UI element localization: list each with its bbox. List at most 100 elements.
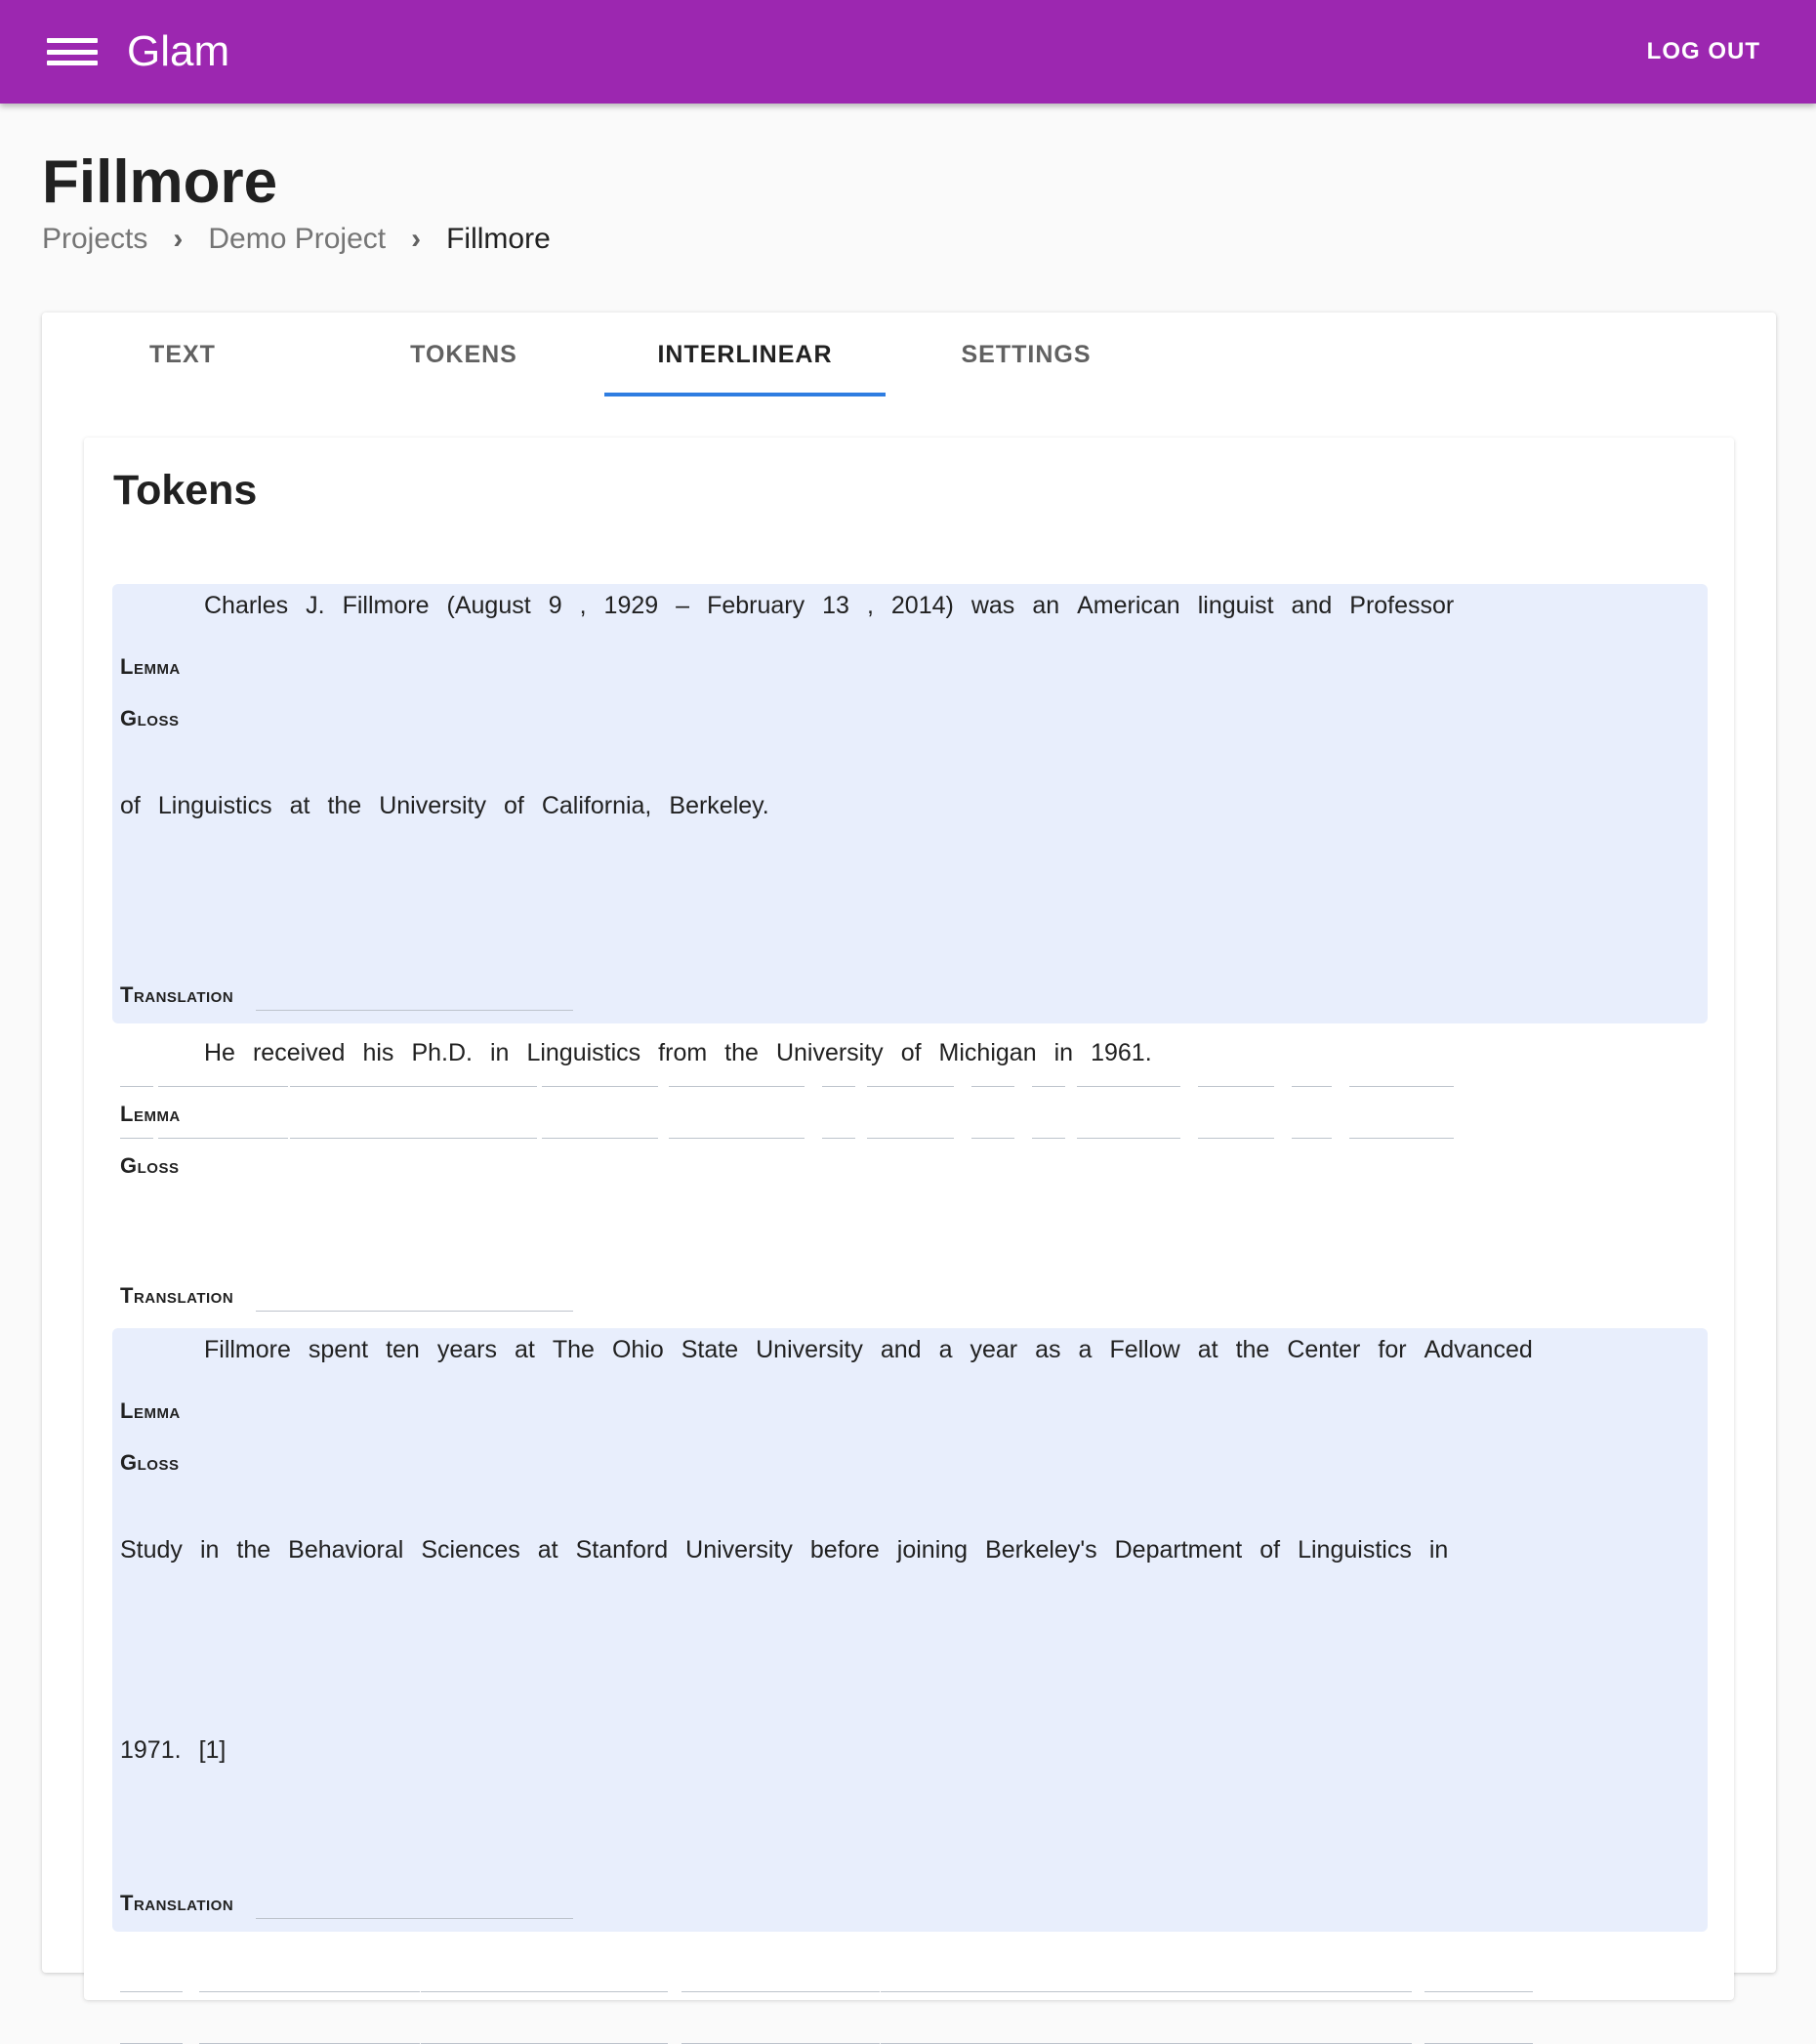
lemma-field[interactable] <box>421 1991 520 1992</box>
lemma-field[interactable] <box>120 1991 182 1992</box>
token[interactable]: The <box>553 1336 595 1364</box>
token[interactable]: years <box>437 1336 497 1364</box>
token[interactable]: joining <box>897 1536 968 1564</box>
token[interactable]: of <box>901 1039 922 1067</box>
token[interactable]: before <box>810 1536 880 1564</box>
token[interactable]: California, <box>542 792 652 820</box>
token[interactable]: was <box>971 592 1014 620</box>
token[interactable]: of <box>120 792 141 820</box>
lemma-field[interactable] <box>288 1991 404 1992</box>
translation-field[interactable] <box>256 1010 573 1011</box>
token[interactable]: a <box>939 1336 953 1364</box>
lemma-field[interactable] <box>1298 1991 1412 1992</box>
token[interactable]: and <box>1292 592 1333 620</box>
token[interactable]: Fellow <box>1109 1336 1179 1364</box>
lemma-field[interactable] <box>1428 1991 1463 1992</box>
token[interactable]: Fillmore <box>204 1336 291 1364</box>
token[interactable]: Berkeley's <box>985 1536 1097 1564</box>
token[interactable]: University <box>776 1039 884 1067</box>
token[interactable]: of <box>504 792 524 820</box>
token[interactable]: Stanford <box>576 1536 669 1564</box>
token[interactable]: in <box>1429 1536 1448 1564</box>
token[interactable]: Behavioral <box>288 1536 403 1564</box>
token[interactable]: Michigan <box>939 1039 1037 1067</box>
token[interactable]: at <box>290 792 310 820</box>
tab-tokens[interactable]: TOKENS <box>323 313 604 396</box>
token[interactable]: for <box>1378 1336 1406 1364</box>
token[interactable]: a <box>1079 1336 1093 1364</box>
token[interactable]: the <box>724 1039 759 1067</box>
token[interactable]: in <box>1054 1039 1073 1067</box>
token[interactable]: at <box>515 1336 535 1364</box>
token[interactable]: spent <box>309 1336 368 1364</box>
token[interactable]: Ph.D. <box>411 1039 473 1067</box>
token[interactable]: He <box>204 1039 235 1067</box>
lemma-field[interactable] <box>537 1991 571 1992</box>
lemma-field[interactable] <box>236 1991 271 1992</box>
token[interactable]: 1929 <box>604 592 659 620</box>
token[interactable]: Linguistics <box>1298 1536 1412 1564</box>
token[interactable]: Sciences <box>421 1536 519 1564</box>
translation-field[interactable] <box>256 1311 573 1312</box>
token[interactable]: and <box>881 1336 922 1364</box>
lemma-field[interactable] <box>198 1991 232 1992</box>
token[interactable]: University <box>756 1336 863 1364</box>
token[interactable]: the <box>236 1536 270 1564</box>
tab-interlinear[interactable]: INTERLINEAR <box>604 313 886 396</box>
token[interactable]: in <box>490 1039 509 1067</box>
lemma-field[interactable] <box>809 1991 880 1992</box>
lemma-field[interactable] <box>1259 1991 1294 1992</box>
token[interactable]: 1961. <box>1091 1039 1152 1067</box>
token[interactable]: the <box>1236 1336 1270 1364</box>
logout-button[interactable]: LOG OUT <box>1647 38 1760 65</box>
token[interactable]: University <box>379 792 486 820</box>
tab-settings[interactable]: SETTINGS <box>886 313 1167 396</box>
token[interactable]: Linguistics <box>158 792 272 820</box>
token[interactable]: in <box>200 1536 219 1564</box>
token[interactable]: , <box>867 592 874 620</box>
token[interactable]: Berkeley. <box>669 792 768 820</box>
lemma-field[interactable] <box>896 1991 969 1992</box>
token[interactable]: Advanced <box>1424 1336 1533 1364</box>
token[interactable]: received <box>253 1039 346 1067</box>
translation-field[interactable] <box>256 1918 573 1919</box>
token[interactable]: as <box>1035 1336 1060 1364</box>
token[interactable]: year <box>970 1336 1018 1364</box>
token[interactable]: linguist <box>1198 592 1274 620</box>
token[interactable]: , <box>580 592 587 620</box>
token[interactable]: Center <box>1287 1336 1360 1364</box>
token[interactable]: – <box>676 592 689 620</box>
token[interactable]: 2014) <box>891 592 954 620</box>
token[interactable]: Ohio <box>612 1336 664 1364</box>
token[interactable]: Fillmore <box>343 592 430 620</box>
token[interactable]: ten <box>386 1336 420 1364</box>
tab-text[interactable]: TEXT <box>42 313 323 396</box>
token[interactable]: University <box>685 1536 793 1564</box>
token[interactable]: J. <box>306 592 324 620</box>
token[interactable]: American <box>1077 592 1180 620</box>
token[interactable]: the <box>327 792 361 820</box>
token[interactable]: Department <box>1115 1536 1243 1564</box>
token[interactable]: (August <box>447 592 531 620</box>
token[interactable]: State <box>681 1336 738 1364</box>
token[interactable]: an <box>1032 592 1059 620</box>
token[interactable]: Professor <box>1349 592 1454 620</box>
token[interactable]: Linguistics <box>526 1039 640 1067</box>
token[interactable]: [1] <box>199 1736 227 1765</box>
lemma-field[interactable] <box>685 1991 793 1992</box>
token[interactable]: at <box>1198 1336 1218 1364</box>
lemma-field[interactable] <box>1114 1991 1243 1992</box>
breadcrumb-projects[interactable]: Projects <box>42 223 147 256</box>
token[interactable]: from <box>658 1039 707 1067</box>
token[interactable]: Charles <box>204 592 288 620</box>
lemma-field[interactable] <box>575 1991 669 1992</box>
token[interactable]: at <box>538 1536 558 1564</box>
token[interactable]: 13 <box>822 592 849 620</box>
token[interactable]: February <box>707 592 805 620</box>
token[interactable]: of <box>1259 1536 1280 1564</box>
menu-icon[interactable] <box>47 32 98 71</box>
token[interactable]: 9 <box>549 592 562 620</box>
lemma-field[interactable] <box>985 1991 1097 1992</box>
token[interactable]: Study <box>120 1536 183 1564</box>
token[interactable]: 1971. <box>120 1736 182 1765</box>
